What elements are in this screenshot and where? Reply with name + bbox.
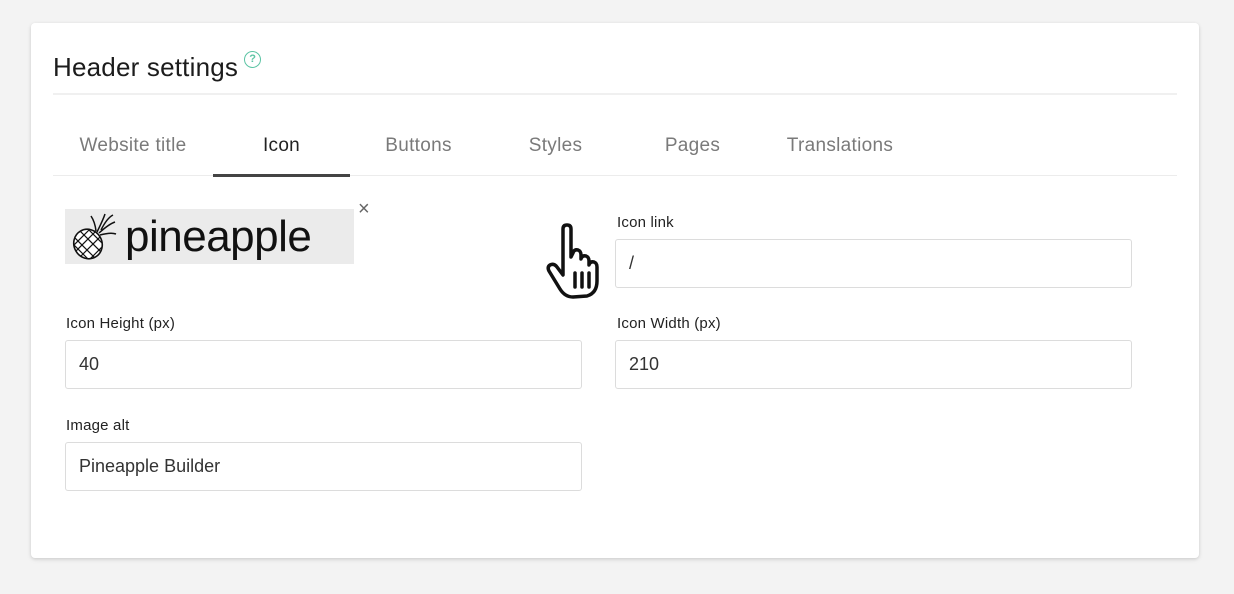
settings-tabs: Website title Icon Buttons Styles Pages … [53, 123, 1177, 177]
icon-width-label: Icon Width (px) [617, 315, 721, 332]
tab-translations[interactable]: Translations [765, 123, 915, 176]
tab-buttons[interactable]: Buttons [350, 123, 487, 176]
icon-link-input[interactable]: / [615, 239, 1132, 288]
tab-pages[interactable]: Pages [624, 123, 761, 176]
pineapple-icon [69, 213, 117, 262]
icon-link-label: Icon link [617, 214, 674, 231]
header-settings-card: Header settings ? Website title Icon But… [31, 23, 1199, 558]
tab-icon[interactable]: Icon [213, 123, 350, 177]
question-circle-icon[interactable]: ? [244, 51, 262, 68]
icon-height-input[interactable]: 40 [65, 340, 582, 389]
icon-preview: pineapple [65, 209, 354, 264]
image-alt-label: Image alt [66, 417, 130, 434]
tab-styles[interactable]: Styles [487, 123, 624, 176]
page-title: Header settings [53, 52, 239, 82]
tab-website-title[interactable]: Website title [53, 123, 213, 176]
close-icon[interactable]: × [358, 199, 370, 219]
logo-wordmark: pineapple [125, 211, 312, 261]
icon-height-label: Icon Height (px) [66, 315, 176, 332]
image-alt-input[interactable]: Pineapple Builder [65, 442, 582, 491]
icon-width-input[interactable]: 210 [615, 340, 1132, 389]
hand-pointer-cursor-icon [546, 223, 599, 299]
card-header: Header settings ? [53, 49, 1177, 95]
